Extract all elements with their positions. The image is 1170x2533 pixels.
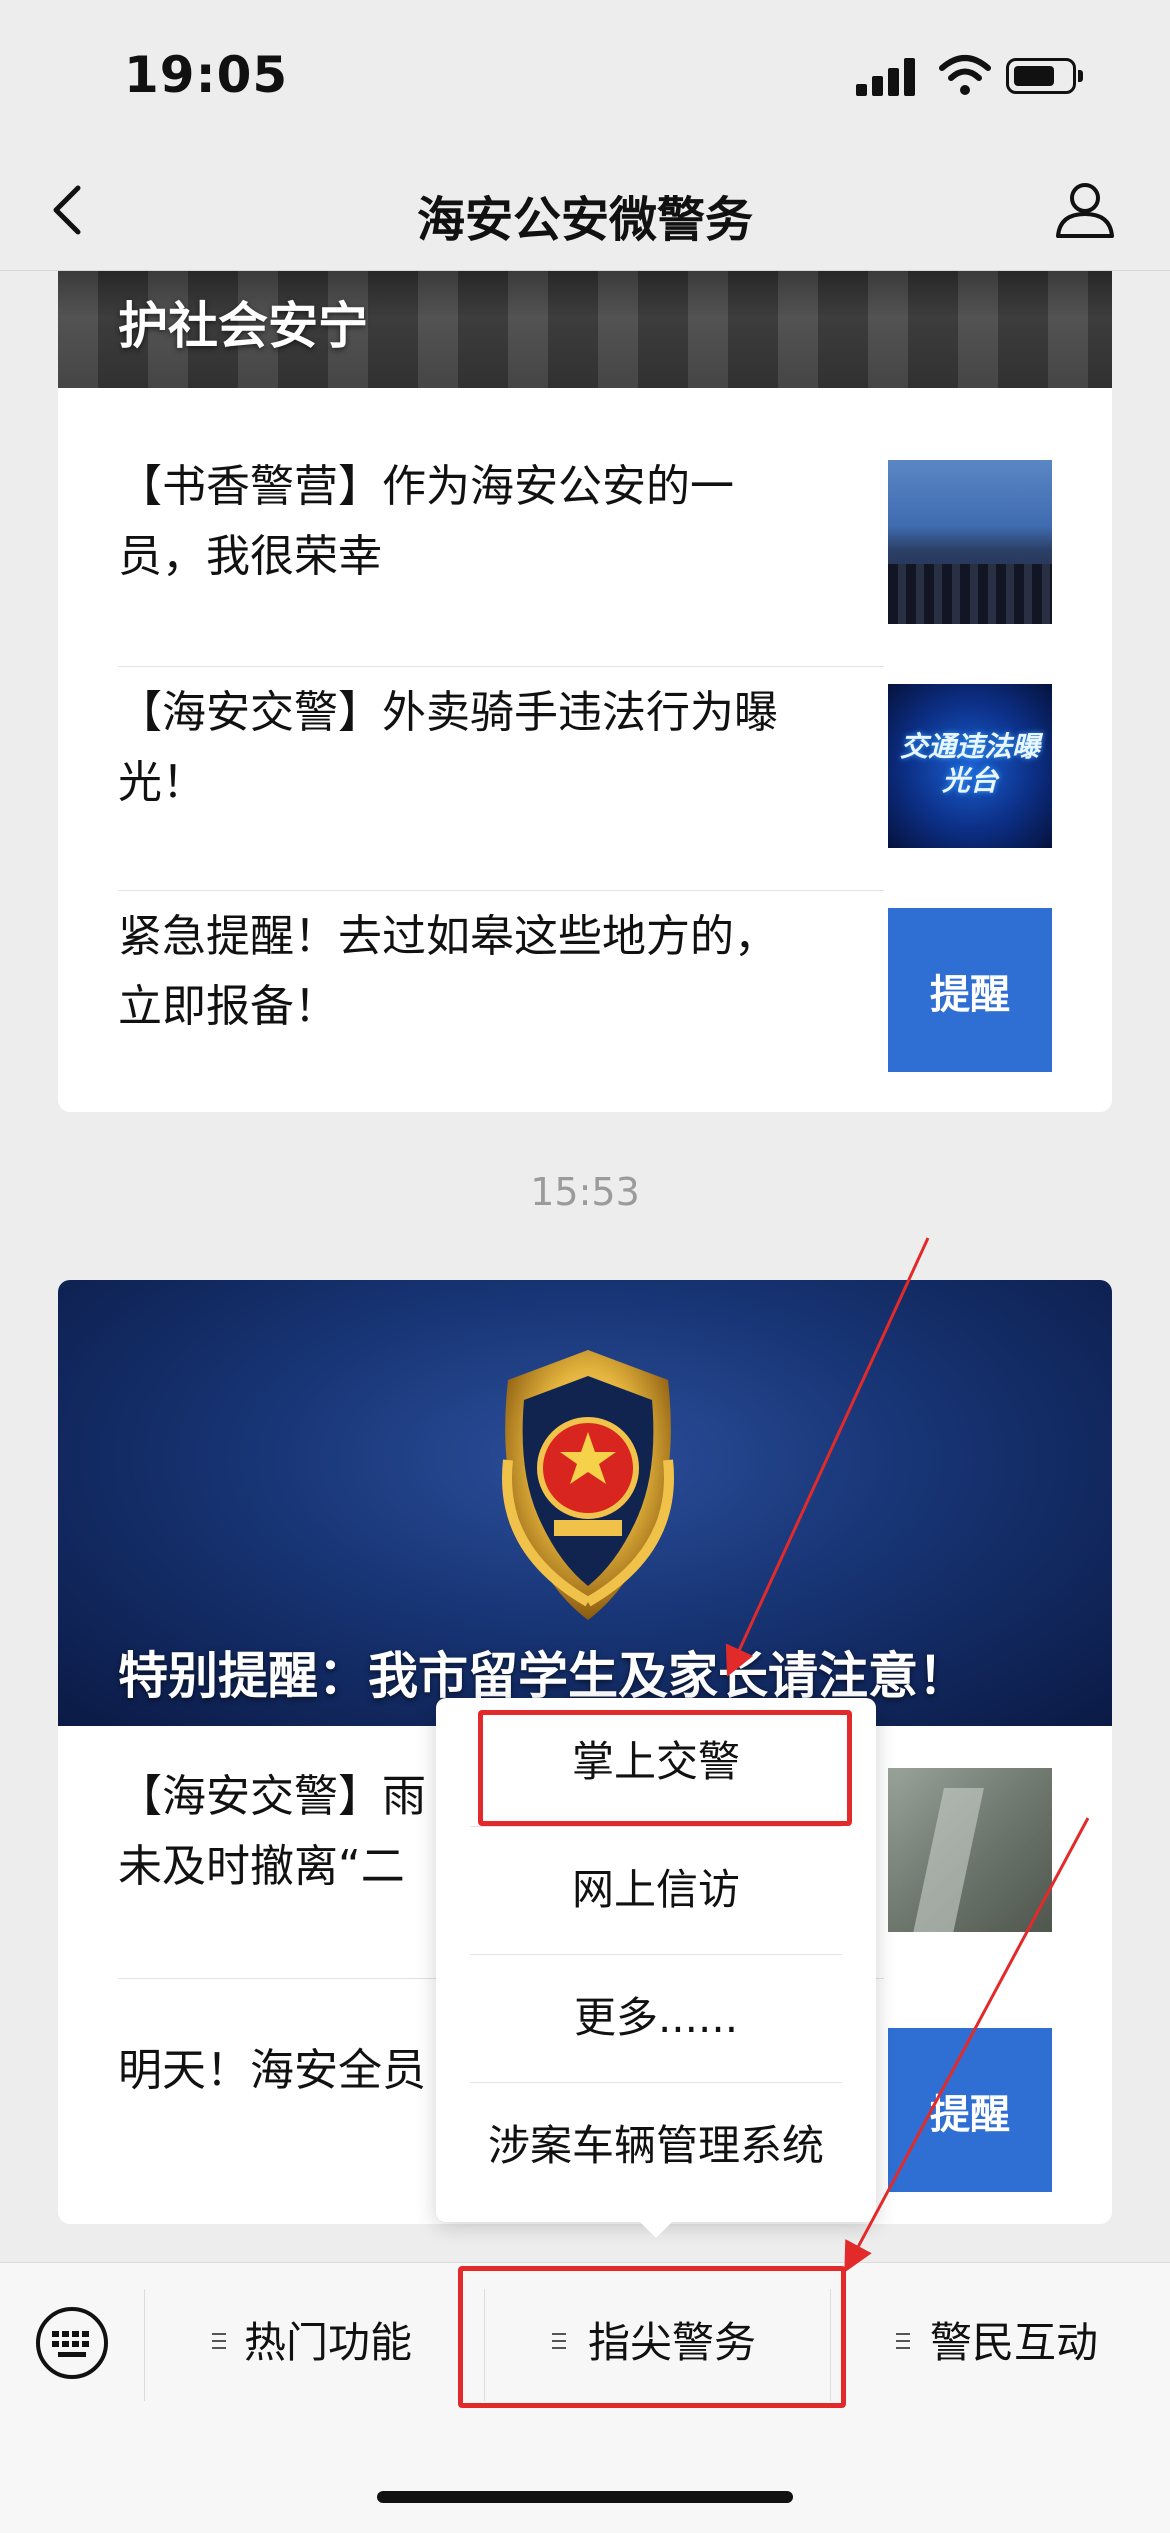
highlight-box bbox=[478, 1710, 852, 1826]
home-indicator bbox=[377, 2491, 793, 2503]
submenu-lines-icon bbox=[212, 2333, 228, 2353]
article-thumbnail[interactable] bbox=[888, 460, 1052, 624]
article-card: 护社会安宁 【书香警营】作为海安公安的一员，我很荣幸 【海安交警】外卖骑手违法行… bbox=[58, 270, 1112, 1112]
menu-tab-label: 热门功能 bbox=[244, 2318, 413, 2367]
highlight-box bbox=[458, 2266, 846, 2408]
thumbnail-caption: 提醒 bbox=[930, 2091, 1010, 2138]
submenu-item-wangshang-xinfang[interactable]: 网上信访 bbox=[436, 1826, 876, 1954]
article-item[interactable]: 紧急提醒！去过如皋这些地方的，立即报备！ 提醒 bbox=[118, 886, 1052, 1086]
article-item-title[interactable]: 紧急提醒！去过如皋这些地方的，立即报备！ bbox=[118, 902, 818, 1042]
article-thumbnail[interactable]: 交通违法曝光台 bbox=[888, 684, 1052, 848]
article-thumbnail[interactable]: 提醒 bbox=[888, 908, 1052, 1072]
menu-tab-hot-functions[interactable]: 热门功能 bbox=[212, 2303, 412, 2383]
article-item[interactable]: 【书香警营】作为海安公安的一员，我很荣幸 bbox=[118, 436, 1052, 636]
divider bbox=[144, 2289, 145, 2401]
submenu-item-more[interactable]: 更多...... bbox=[436, 1954, 876, 2082]
menu-tab-label: 警民互动 bbox=[930, 2318, 1099, 2367]
cellular-signal-icon bbox=[856, 58, 918, 96]
menu-tab-police-interaction[interactable]: 警民互动 bbox=[896, 2303, 1098, 2383]
article-item[interactable]: 【海安交警】外卖骑手违法行为曝光！ 交通违法曝光台 bbox=[118, 662, 1052, 862]
submenu-item-vehicle-system[interactable]: 涉案车辆管理系统 bbox=[436, 2082, 876, 2210]
status-time: 19:05 bbox=[124, 46, 289, 104]
article-cover-image[interactable]: 护社会安宁 bbox=[58, 270, 1112, 388]
thumbnail-caption: 交通违法曝光台 bbox=[899, 730, 1040, 797]
article-thumbnail[interactable]: 提醒 bbox=[888, 2028, 1052, 2192]
status-bar: 19:05 bbox=[0, 0, 1170, 150]
wifi-icon bbox=[939, 55, 991, 95]
article-cover-image[interactable]: 特别提醒：我市留学生及家长请注意！ bbox=[58, 1280, 1112, 1726]
thumbnail-caption: 提醒 bbox=[930, 971, 1010, 1018]
message-timestamp: 15:53 bbox=[530, 1170, 640, 1214]
battery-icon bbox=[1006, 58, 1083, 94]
submenu-lines-icon bbox=[896, 2333, 912, 2353]
navigation-bar: 海安公安微警务 bbox=[0, 150, 1170, 271]
article-item-title[interactable]: 【书香警营】作为海安公安的一员，我很荣幸 bbox=[118, 452, 818, 592]
article-cover-title[interactable]: 护社会安宁 bbox=[118, 286, 368, 358]
keyboard-icon[interactable] bbox=[34, 2305, 110, 2381]
article-thumbnail[interactable] bbox=[888, 1768, 1052, 1932]
profile-icon[interactable] bbox=[1052, 176, 1118, 242]
police-emblem-icon bbox=[502, 1350, 674, 1620]
article-item-title[interactable]: 【海安交警】外卖骑手违法行为曝光！ bbox=[118, 678, 818, 818]
page-title: 海安公安微警务 bbox=[416, 192, 753, 248]
